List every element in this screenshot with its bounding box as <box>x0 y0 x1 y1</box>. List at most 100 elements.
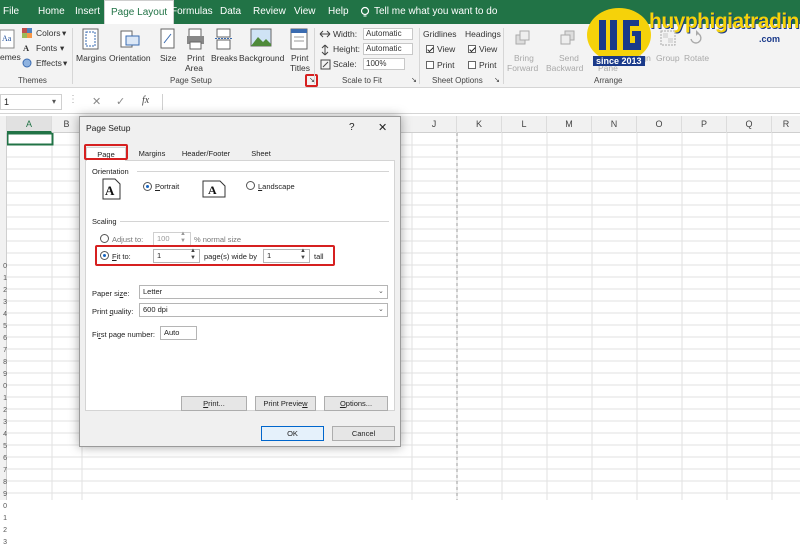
column-header[interactable]: R <box>772 116 800 133</box>
bring-forward-icon[interactable] <box>515 30 531 46</box>
chevron-down-icon[interactable]: ⌄ <box>378 287 384 295</box>
send-backward-label-line1[interactable]: Send <box>559 53 579 63</box>
spin-up-icon[interactable]: ▲ <box>190 248 196 254</box>
bring-forward-label-line2[interactable]: Forward <box>507 63 538 73</box>
chevron-down-icon[interactable]: ▾ <box>52 97 56 106</box>
row-header[interactable]: 7 <box>0 347 7 354</box>
sheet-options-dialog-launcher-icon[interactable]: ↘ <box>494 76 500 84</box>
ok-button[interactable]: OK <box>261 426 324 441</box>
spin-up-icon[interactable]: ▲ <box>300 248 306 254</box>
column-header[interactable]: J <box>412 116 457 133</box>
close-icon[interactable]: ✕ <box>378 121 387 134</box>
row-header[interactable]: 5 <box>0 323 7 330</box>
fonts-button[interactable]: Fonts <box>36 43 57 53</box>
scale-dialog-launcher-icon[interactable]: ↘ <box>411 76 417 84</box>
menu-insert[interactable]: Insert <box>75 0 100 24</box>
scale-input[interactable]: 100% <box>363 58 405 70</box>
name-box[interactable]: 1 ▾ <box>0 94 62 110</box>
bring-forward-label-line1[interactable]: Bring <box>514 53 534 63</box>
themes-icon[interactable]: Aa <box>0 28 16 50</box>
row-header[interactable]: 0 <box>0 263 7 270</box>
row-header[interactable]: 4 <box>0 431 7 438</box>
insert-function-icon[interactable]: fx <box>142 95 149 106</box>
themes-button-label[interactable]: emes <box>0 52 21 62</box>
print-preview-button[interactable]: Print Preview <box>255 396 316 411</box>
tab-margins[interactable]: Margins <box>132 147 172 161</box>
headings-print-checkbox[interactable] <box>468 61 476 69</box>
row-header[interactable]: 0 <box>0 383 7 390</box>
orientation-button[interactable]: Orientation <box>109 53 151 63</box>
row-header[interactable]: 2 <box>0 287 7 294</box>
print-titles-label-line2[interactable]: Titles <box>290 63 310 73</box>
spin-down-icon[interactable]: ▼ <box>180 238 186 244</box>
landscape-radio[interactable] <box>246 181 255 190</box>
menu-view[interactable]: View <box>294 0 316 24</box>
first-page-number-input[interactable]: Auto <box>160 326 197 340</box>
formula-input[interactable] <box>162 94 800 110</box>
portrait-radio[interactable] <box>143 182 152 191</box>
row-header[interactable]: 7 <box>0 467 7 474</box>
spin-up-icon[interactable]: ▲ <box>180 231 186 237</box>
row-header[interactable]: 2 <box>0 527 7 534</box>
row-header[interactable]: 0 <box>0 503 7 510</box>
adjust-to-radio[interactable] <box>100 234 109 243</box>
options-button[interactable]: Options... <box>324 396 388 411</box>
column-header[interactable]: M <box>547 116 592 133</box>
print-area-label-line1[interactable]: Print <box>187 53 204 63</box>
spin-down-icon[interactable]: ▼ <box>300 255 306 261</box>
menu-home[interactable]: Home <box>38 0 65 24</box>
tab-sheet[interactable]: Sheet <box>244 147 278 161</box>
column-header[interactable]: Q <box>727 116 772 133</box>
fit-to-radio[interactable] <box>100 251 109 260</box>
background-icon[interactable] <box>250 28 272 48</box>
gridlines-view-checkbox[interactable] <box>426 45 434 53</box>
tab-header-footer[interactable]: Header/Footer <box>176 147 236 161</box>
enter-check-icon[interactable]: ✓ <box>116 95 125 108</box>
colors-button[interactable]: Colors <box>36 28 61 38</box>
row-header[interactable]: 1 <box>0 275 7 282</box>
breaks-button[interactable]: Breaks <box>211 53 237 63</box>
print-button[interactable]: Print... <box>181 396 247 411</box>
cancel-icon[interactable]: ✕ <box>92 95 101 108</box>
column-header[interactable]: B <box>52 116 82 133</box>
print-titles-icon[interactable] <box>290 28 308 50</box>
column-header[interactable]: O <box>637 116 682 133</box>
column-header[interactable]: L <box>502 116 547 133</box>
row-header[interactable]: 4 <box>0 311 7 318</box>
row-header[interactable]: 1 <box>0 395 7 402</box>
help-icon[interactable]: ? <box>349 122 355 133</box>
send-backward-icon[interactable] <box>560 30 576 46</box>
row-header[interactable]: 2 <box>0 407 7 414</box>
menu-help[interactable]: Help <box>328 0 349 24</box>
column-header[interactable]: N <box>592 116 637 133</box>
height-select[interactable]: Automatic <box>363 43 413 55</box>
active-cell[interactable] <box>7 133 54 146</box>
send-backward-label-line2[interactable]: Backward <box>546 63 583 73</box>
row-header[interactable]: 6 <box>0 455 7 462</box>
column-header[interactable]: K <box>457 116 502 133</box>
paper-size-select[interactable]: Letter <box>139 285 388 299</box>
menu-review[interactable]: Review <box>253 0 286 24</box>
orientation-icon[interactable] <box>120 28 140 50</box>
effects-button[interactable]: Effects <box>36 58 62 68</box>
tell-me-search[interactable]: Tell me what you want to do <box>374 0 497 24</box>
menu-page-layout[interactable]: Page Layout <box>104 0 175 24</box>
background-button[interactable]: Background <box>239 53 284 63</box>
print-titles-label-line1[interactable]: Print <box>291 53 308 63</box>
column-header[interactable]: A <box>7 116 52 133</box>
column-header[interactable]: P <box>682 116 727 133</box>
row-header[interactable]: 1 <box>0 515 7 522</box>
breaks-icon[interactable] <box>215 28 233 50</box>
row-header[interactable]: 3 <box>0 539 7 546</box>
select-all-corner[interactable] <box>0 116 7 133</box>
size-button[interactable]: Size <box>160 53 177 63</box>
row-header[interactable]: 3 <box>0 299 7 306</box>
width-select[interactable]: Automatic <box>363 28 413 40</box>
spin-down-icon[interactable]: ▼ <box>190 255 196 261</box>
menu-data[interactable]: Data <box>220 0 241 24</box>
print-area-label-line2[interactable]: Area <box>185 63 203 73</box>
row-header[interactable]: 8 <box>0 479 7 486</box>
cancel-button[interactable]: Cancel <box>332 426 395 441</box>
chevron-down-icon[interactable]: ⌄ <box>378 305 384 313</box>
print-area-icon[interactable] <box>186 28 206 50</box>
